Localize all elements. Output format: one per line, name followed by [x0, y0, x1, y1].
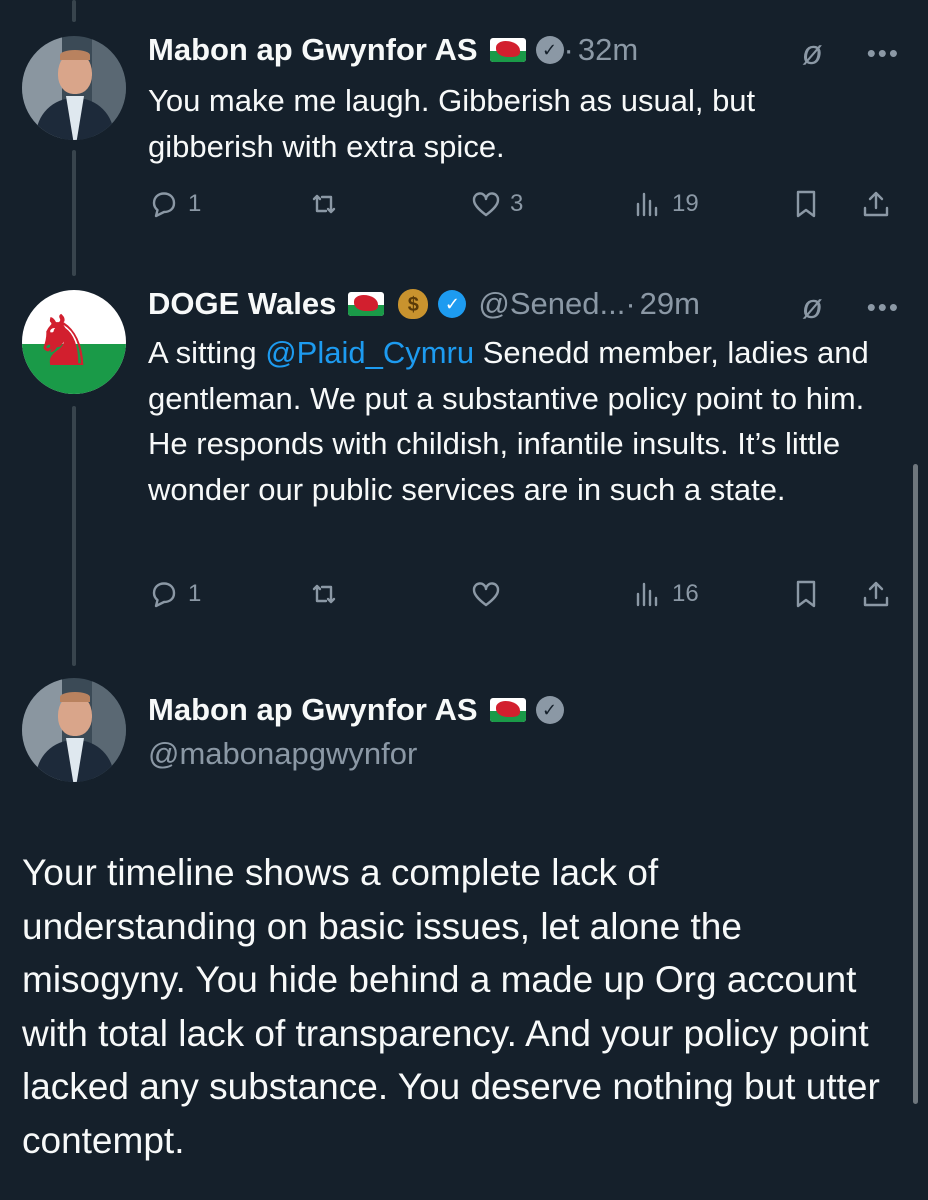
- views-count: 16: [672, 580, 699, 607]
- repost-icon: [312, 194, 336, 214]
- grok-icon[interactable]: ø: [802, 36, 823, 70]
- thread-line-top: [72, 0, 76, 22]
- verified-badge-icon[interactable]: ✓: [535, 696, 564, 724]
- avatar[interactable]: [22, 678, 126, 782]
- like-count: 3: [510, 190, 524, 217]
- thread-line-1: [72, 150, 76, 276]
- tweet-header: Mabon ap Gwynfor AS ✓ · 32m: [148, 30, 638, 70]
- tweet-actions: 1 3 19: [148, 188, 892, 228]
- avatar[interactable]: ♞: [22, 290, 126, 394]
- repost-icon: [312, 584, 336, 604]
- share-button[interactable]: [860, 188, 892, 220]
- heart-icon: [472, 582, 500, 607]
- wales-flag-icon: [489, 38, 526, 62]
- share-icon: [863, 581, 889, 607]
- timestamp[interactable]: 32m: [578, 30, 638, 70]
- bookmark-button[interactable]: [790, 188, 822, 220]
- like-button[interactable]: [470, 578, 510, 610]
- wales-flag-icon: [489, 698, 526, 722]
- repost-button[interactable]: [308, 188, 348, 220]
- share-icon: [863, 191, 889, 217]
- views-button[interactable]: 16: [632, 578, 699, 610]
- timestamp[interactable]: 29m: [640, 284, 700, 324]
- views-icon: [636, 582, 658, 607]
- views-button[interactable]: 19: [632, 188, 699, 220]
- views-icon: [636, 192, 658, 217]
- money-bag-icon: $: [398, 289, 429, 319]
- mention-link[interactable]: @Plaid_Cymru: [265, 335, 474, 370]
- like-button[interactable]: 3: [470, 188, 523, 220]
- author-handle[interactable]: @Sened...: [478, 284, 625, 324]
- author-name[interactable]: Mabon ap Gwynfor AS: [148, 690, 478, 730]
- tweet-text: A sitting @Plaid_Cymru Senedd member, la…: [148, 335, 869, 507]
- reply-count: 1: [188, 190, 202, 217]
- wales-flag-icon: [348, 292, 385, 316]
- thread-line-2: [72, 406, 76, 666]
- author-name[interactable]: Mabon ap Gwynfor AS: [148, 30, 478, 70]
- tweet-text: You make me laugh. Gibberish as usual, b…: [148, 83, 756, 164]
- tweet-actions: 1 16: [148, 578, 892, 618]
- bookmark-icon: [796, 190, 816, 218]
- scrollbar[interactable]: [913, 464, 918, 1104]
- repost-button[interactable]: [308, 578, 348, 610]
- bookmark-icon: [796, 580, 816, 608]
- tweet-top-icons: ø •••: [802, 290, 900, 324]
- views-count: 19: [672, 190, 699, 217]
- share-button[interactable]: [860, 578, 892, 610]
- focused-tweet-text: Your timeline shows a complete lack of u…: [22, 852, 880, 1161]
- verified-badge-icon[interactable]: ✓: [535, 36, 564, 64]
- author-name[interactable]: DOGE Wales: [148, 284, 336, 324]
- more-icon[interactable]: •••: [867, 294, 900, 320]
- verified-badge-icon[interactable]: ✓: [438, 290, 467, 318]
- reply-icon: [152, 192, 176, 218]
- avatar[interactable]: [22, 36, 126, 140]
- focused-tweet-header: Mabon ap Gwynfor AS ✓: [148, 690, 564, 730]
- tweet-header: DOGE Wales $ ✓ @Sened... · 29m: [148, 284, 700, 324]
- reply-count: 1: [188, 580, 202, 607]
- author-handle[interactable]: @mabonapgwynfor: [148, 734, 417, 774]
- reply-icon: [152, 582, 176, 608]
- bookmark-button[interactable]: [790, 578, 822, 610]
- dragon-icon: ♞: [32, 302, 95, 380]
- reply-button[interactable]: 1: [148, 578, 201, 610]
- heart-icon: [472, 192, 500, 217]
- reply-button[interactable]: 1: [148, 188, 201, 220]
- tweet-top-icons: ø •••: [802, 36, 900, 70]
- grok-icon[interactable]: ø: [802, 290, 823, 324]
- more-icon[interactable]: •••: [867, 40, 900, 66]
